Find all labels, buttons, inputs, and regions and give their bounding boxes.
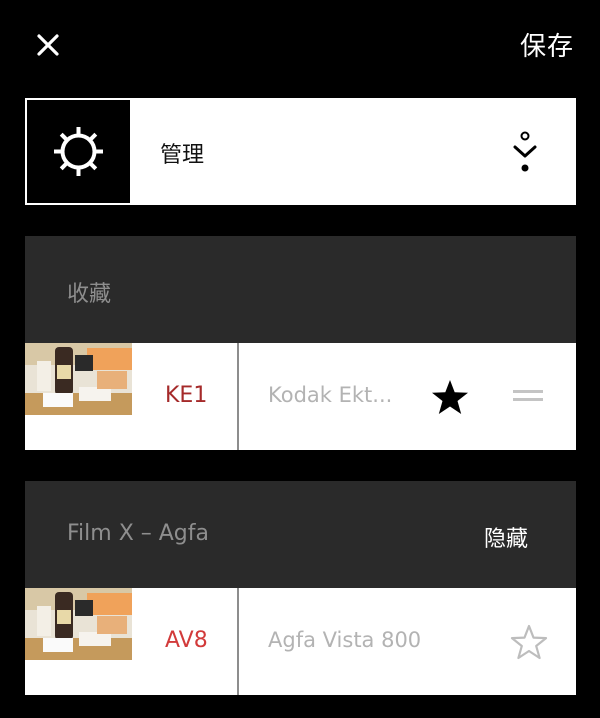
star-filled-icon[interactable] [430,378,470,416]
gear-icon-box [27,100,130,203]
save-button[interactable]: 保存 [520,26,574,63]
manage-row[interactable]: 管理 [25,98,576,205]
film-name: Kodak Ekt... [268,383,393,407]
sort-icon[interactable] [510,130,540,174]
section-header-film-x-agfa: Film X – Agfa 隐藏 [25,481,576,588]
star-outline-icon[interactable] [509,623,549,661]
film-name: Agfa Vista 800 [268,628,422,652]
hide-button[interactable]: 隐藏 [484,521,528,553]
film-photo-thumbnail [25,588,132,660]
gear-icon [54,127,103,176]
film-code: AV8 [165,628,208,653]
divider [237,588,239,695]
top-bar: 保存 [0,0,600,90]
manage-label: 管理 [160,143,205,168]
section-title: 收藏 [67,282,112,307]
section-header-favorites: 收藏 [25,236,576,343]
drag-handle-icon[interactable] [513,390,543,404]
close-icon[interactable] [33,30,63,60]
film-photo-thumbnail [25,343,132,415]
divider [237,343,239,450]
film-code: KE1 [165,383,208,408]
film-row-av8[interactable]: AV8 Agfa Vista 800 [25,588,576,695]
section-title: Film X – Agfa [67,521,210,546]
film-row-ke1[interactable]: KE1 Kodak Ekt... [25,343,576,450]
